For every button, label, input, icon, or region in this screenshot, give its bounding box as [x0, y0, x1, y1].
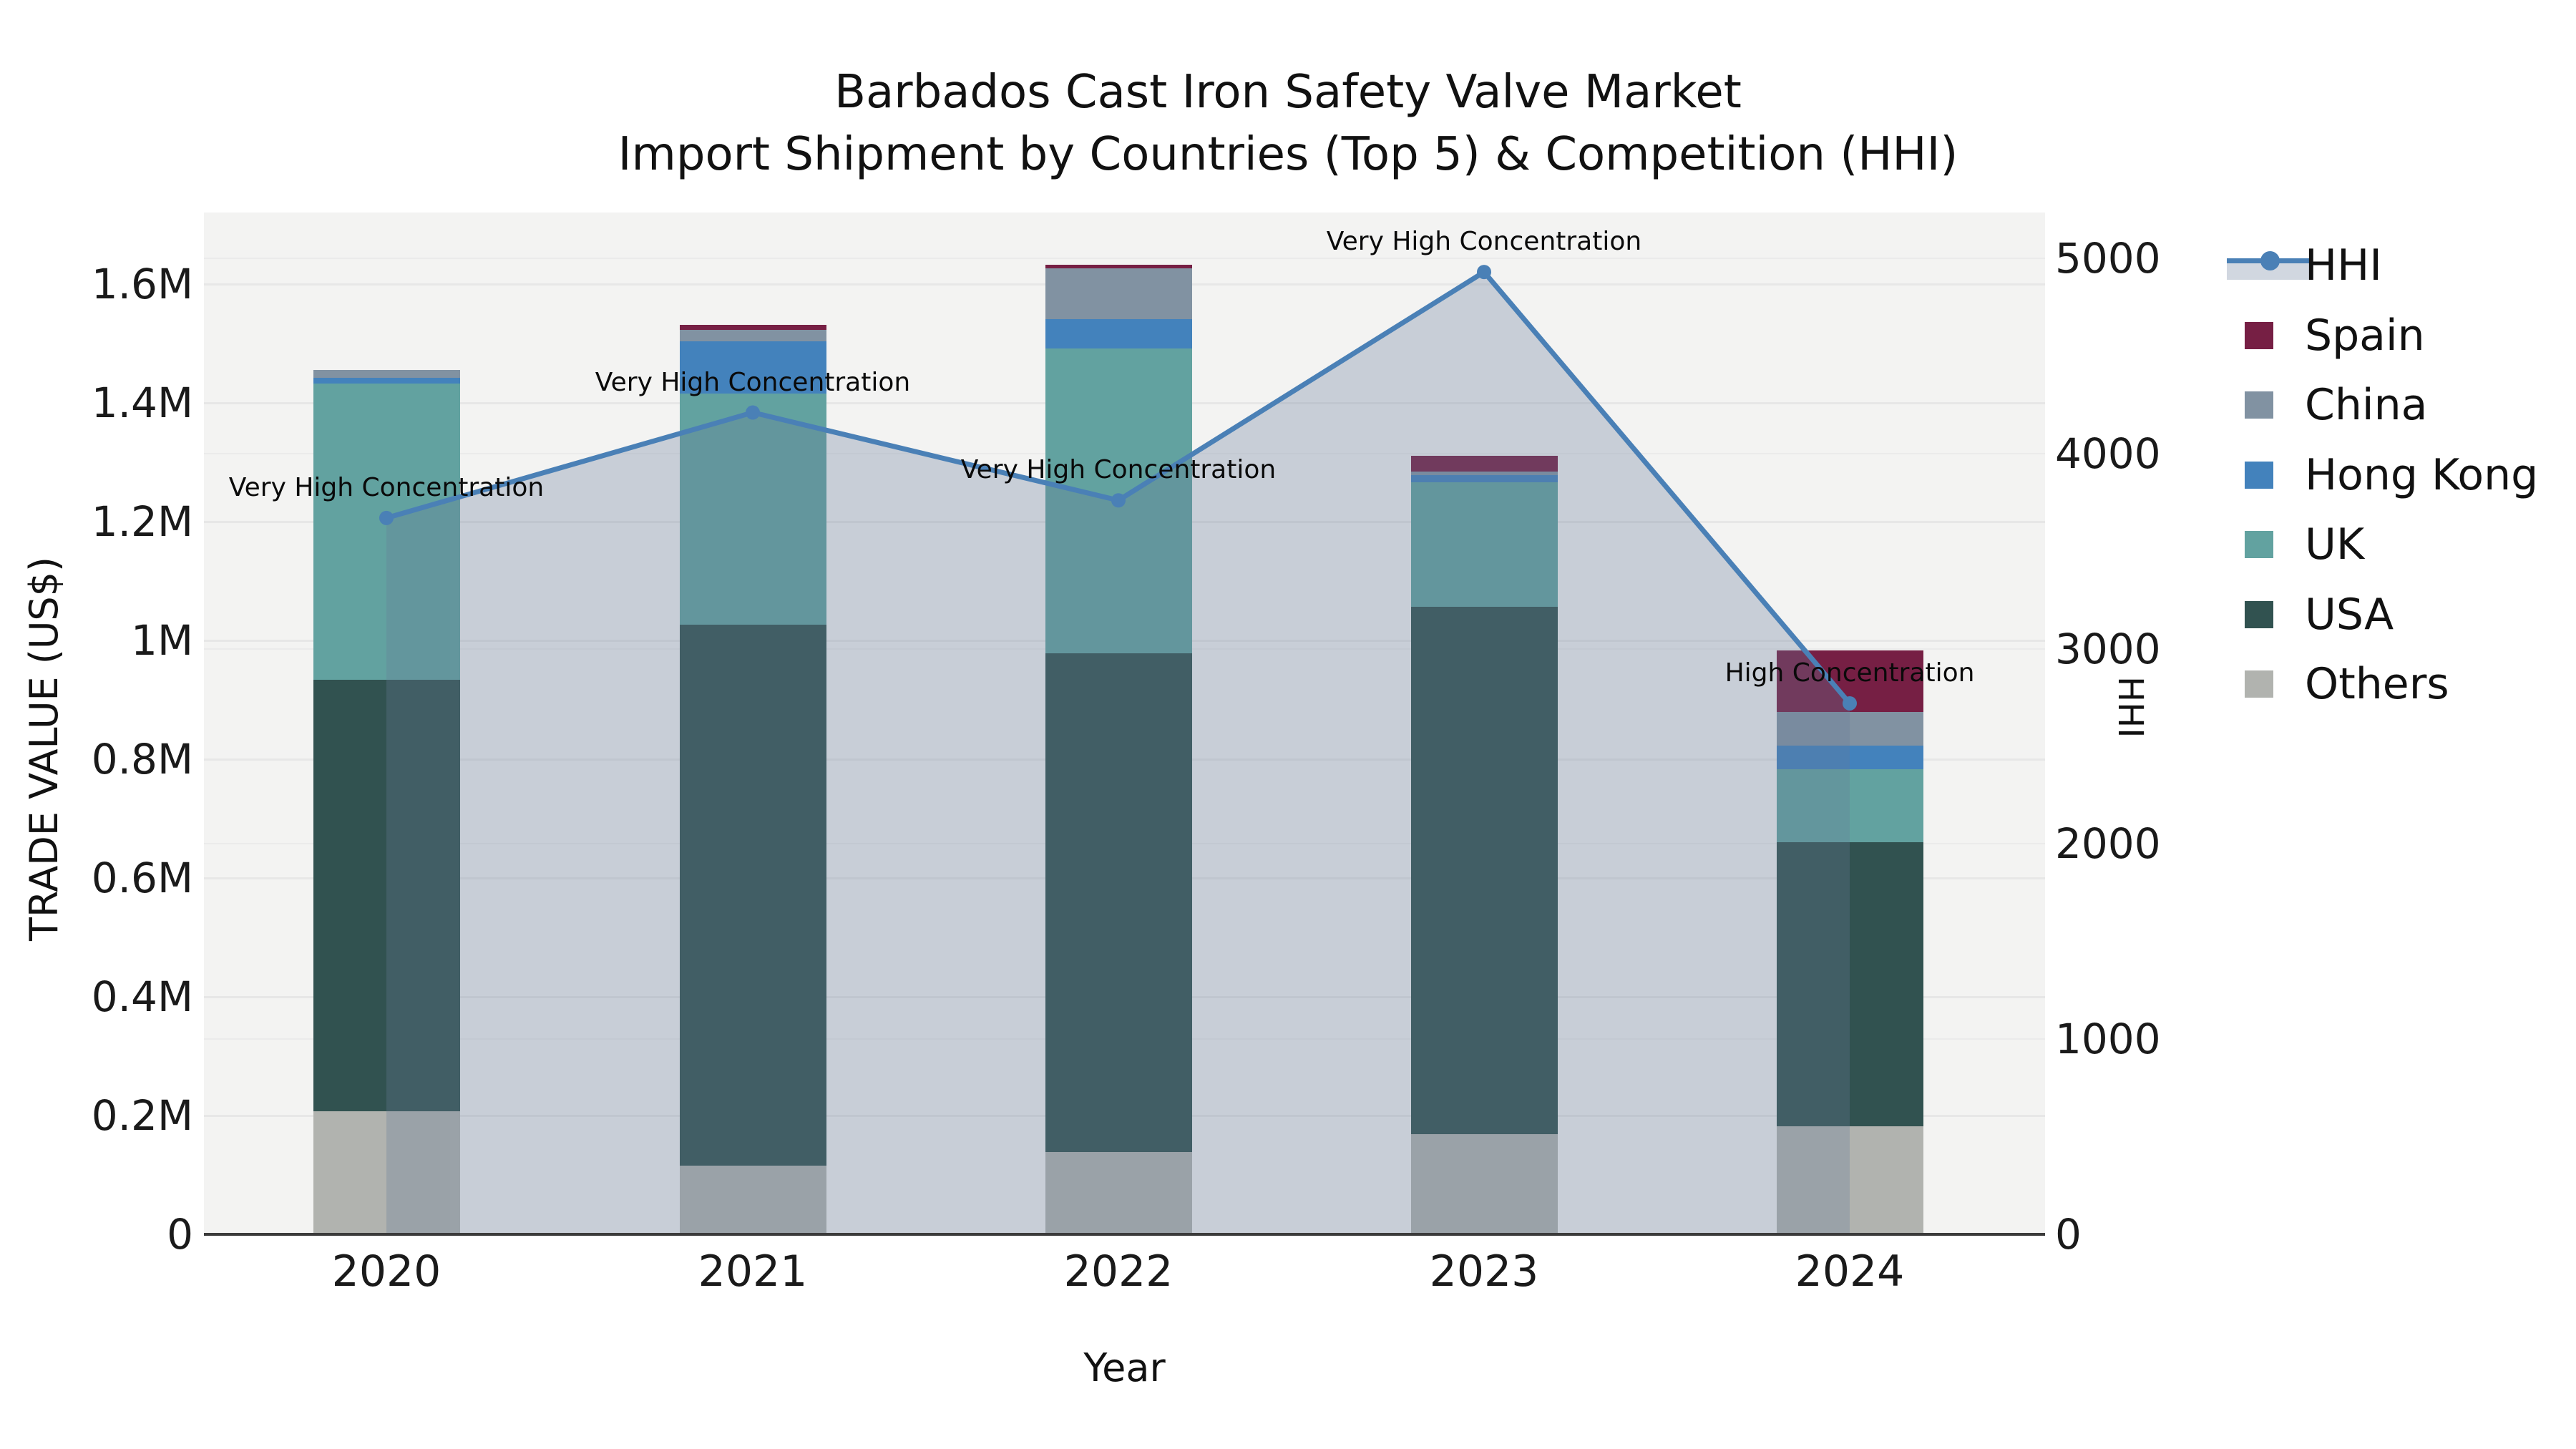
x-tick-2023: 2023	[1429, 1246, 1539, 1297]
y-tick-right-3000: 3000	[2055, 624, 2161, 673]
chart-title-line2: Import Shipment by Countries (Top 5) & C…	[618, 128, 1958, 181]
legend-label: UK	[2305, 519, 2365, 570]
legend-swatch-others-icon	[2245, 670, 2273, 698]
bar-segment-others-2022	[1045, 1151, 1192, 1234]
legend-label: USA	[2305, 589, 2394, 640]
legend-swatch-uk-icon	[2245, 531, 2273, 558]
legend-swatch-spain-icon	[2245, 321, 2273, 349]
bar-segment-uk-2024	[1776, 769, 1923, 843]
y-tick-left-1.6M: 1.6M	[91, 260, 193, 308]
bar-segment-others-2021	[679, 1165, 826, 1234]
legend-item-uk: UK	[0, 519, 2576, 570]
y-tick-right-4000: 4000	[2055, 429, 2161, 478]
x-tick-2024: 2024	[1795, 1246, 1905, 1297]
legend-label: China	[2305, 380, 2428, 430]
x-tick-2021: 2021	[698, 1246, 808, 1297]
y-tick-left-0.6M: 0.6M	[91, 854, 193, 902]
chart-figure: Barbados Cast Iron Safety Valve Market I…	[0, 0, 2576, 1449]
y-tick-right-0: 0	[2055, 1210, 2082, 1259]
y-tick-left-1.4M: 1.4M	[91, 379, 193, 427]
bar-segment-others-2020	[313, 1111, 460, 1234]
x-tick-2020: 2020	[331, 1246, 441, 1297]
legend-label: Spain	[2305, 310, 2425, 361]
y-tick-left-0.8M: 0.8M	[91, 735, 193, 784]
y-tick-right-2000: 2000	[2055, 819, 2161, 869]
plot-area	[204, 213, 2045, 1234]
y-tick-right-5000: 5000	[2055, 234, 2161, 283]
axis-title-x: Year	[1083, 1345, 1166, 1390]
legend-label: Others	[2305, 659, 2449, 709]
x-axis-line	[204, 1233, 2045, 1236]
legend-hhi-dot-icon	[2260, 251, 2280, 270]
y-tick-left-0: 0	[167, 1210, 193, 1259]
legend-label: Hong Kong	[2305, 449, 2539, 500]
y-tick-right-1000: 1000	[2055, 1015, 2161, 1064]
y-tick-left-0.2M: 0.2M	[91, 1091, 193, 1140]
legend-swatch-hong-kong-icon	[2245, 461, 2273, 489]
legend-swatch-usa-icon	[2245, 600, 2273, 628]
x-tick-2022: 2022	[1063, 1246, 1174, 1297]
legend-item-china: China	[0, 380, 2576, 430]
bar-segment-others-2024	[1776, 1126, 1923, 1234]
chart-title-line1: Barbados Cast Iron Safety Valve Market	[834, 66, 1742, 119]
bar-segment-china-2024	[1776, 711, 1923, 746]
legend-label: HHI	[2305, 240, 2382, 291]
legend-swatch-china-icon	[2245, 391, 2273, 419]
bar-segment-usa-2024	[1776, 842, 1923, 1126]
bar-segment-hong_kong-2024	[1776, 745, 1923, 770]
bar-segment-usa-2022	[1045, 653, 1192, 1152]
legend-item-spain: Spain	[0, 311, 2576, 361]
bar-segment-usa-2020	[313, 679, 460, 1112]
bar-segment-others-2023	[1410, 1133, 1558, 1234]
y-tick-left-1M: 1M	[131, 616, 193, 665]
y-tick-left-0.4M: 0.4M	[91, 972, 193, 1021]
y-tick-left-1.2M: 1.2M	[91, 497, 193, 546]
bar-segment-china-2020	[313, 370, 460, 379]
